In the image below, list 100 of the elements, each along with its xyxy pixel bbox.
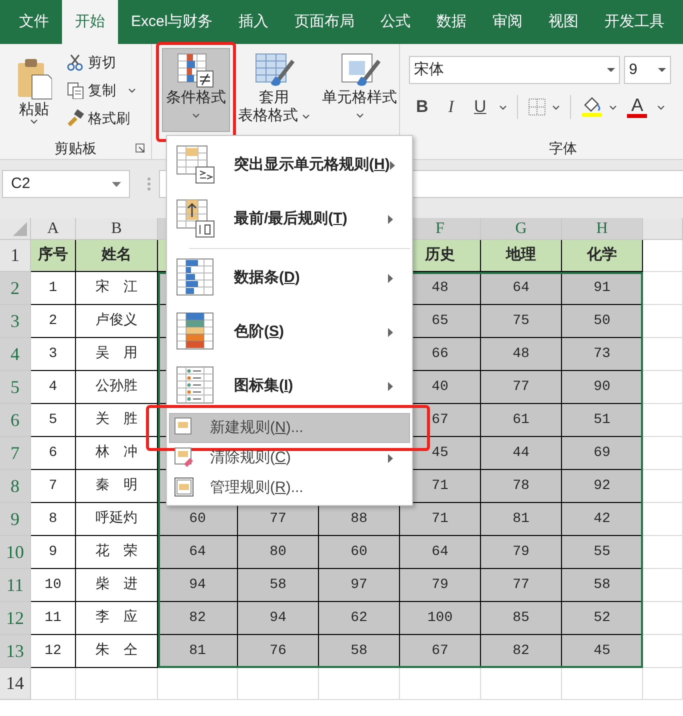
table-cell: 64 [158,536,238,569]
table-cell: 柴 进 [76,569,158,602]
table-cell: 11 [31,602,76,635]
table-cell: 5 [31,404,76,437]
row-header[interactable]: 4 [0,338,31,371]
table-cell: 花 荣 [76,536,158,569]
ribbon-tab[interactable]: Excel与财务 [118,0,226,44]
name-box[interactable]: C2 [2,170,130,198]
table-cell: 42 [562,503,643,536]
ribbon-tab[interactable]: 审阅 [480,0,536,44]
table-cell: 序号 [31,240,76,272]
column-header[interactable]: G [481,218,562,240]
table-cell: 90 [562,371,643,404]
copy-icon [66,81,84,99]
caret-icon[interactable] [552,104,560,110]
clipboard-action[interactable]: 剪切 [62,50,140,74]
table-cell: 李 应 [76,602,158,635]
caret-icon[interactable] [657,104,666,110]
table-cell: 52 [562,602,643,635]
paste-button[interactable]: 粘贴 [12,54,56,136]
ribbon-tab[interactable]: 公式 [368,0,424,44]
highlight-rules-icon [176,145,216,185]
caret-icon[interactable] [609,104,618,110]
table-cell: 呼延灼 [76,503,158,536]
row-header[interactable]: 6 [0,404,31,437]
caret-icon[interactable] [30,119,38,124]
table-cell: 化学 [562,240,643,272]
ribbon-tab[interactable]: 开始 [62,0,118,44]
table-cell: 55 [562,536,643,569]
table-cell: 92 [562,470,643,503]
clipboard-icon [16,57,52,101]
dropdown-arrow-icon[interactable] [607,68,615,72]
caret-icon[interactable] [302,114,310,118]
icon-sets-icon [176,366,216,406]
dropdown-arrow-icon[interactable] [112,182,121,186]
caret-icon[interactable] [192,113,200,118]
group-label: 字体 [549,139,577,158]
ribbon-tab[interactable]: 数据 [424,0,480,44]
table-cell: 73 [562,338,643,371]
font-size-field[interactable]: 9 [624,56,671,84]
table-cell: 60 [319,536,400,569]
table-brush-icon [253,51,295,89]
row-header[interactable]: 8 [0,470,31,503]
table-cell: 2 [31,305,76,338]
ribbon-button[interactable]: 条件格式 [162,48,230,132]
row-header[interactable]: 3 [0,305,31,338]
table-cell: 81 [481,503,562,536]
ribbon-tab[interactable]: 文件 [6,0,62,44]
row-header[interactable]: 11 [0,569,31,602]
column-header[interactable]: B [76,218,158,240]
table-cell: 吴 用 [76,338,158,371]
table-cell: 卢俊义 [76,305,158,338]
caret-icon[interactable] [356,113,364,118]
table-cell: 85 [481,602,562,635]
table-cell: 94 [158,569,238,602]
caret-icon[interactable] [499,104,508,110]
table-cell: 97 [319,569,400,602]
format-button[interactable]: B [409,94,436,120]
row-header[interactable]: 5 [0,371,31,404]
menu-item[interactable]: 新建规则(N)... [169,413,410,443]
row-header[interactable]: 1 [0,240,31,272]
ribbon-button[interactable]: 套用 表格格式 [234,48,314,132]
table-cell: 1 [31,272,76,305]
caret-icon[interactable] [128,88,136,92]
table-cell: 77 [481,569,562,602]
row-header[interactable]: 13 [0,635,31,668]
column-header[interactable]: A [31,218,76,240]
row-header[interactable]: 7 [0,437,31,470]
ribbon-tab[interactable]: 开发工具 [592,0,678,44]
table-cell: 80 [238,536,319,569]
clipboard-action[interactable]: 格式刷 [62,106,140,130]
table-cell: 77 [481,371,562,404]
ribbon-tab[interactable]: 页面布局 [282,0,368,44]
dropdown-arrow-icon[interactable] [658,68,666,72]
format-button[interactable]: I [441,94,461,120]
ribbon-tab[interactable]: 视图 [536,0,592,44]
ribbon-tab[interactable]: 插入 [226,0,282,44]
clipboard-action[interactable]: 复制 [62,78,140,102]
table-cell: 64 [481,272,562,305]
fill-color-icon[interactable] [581,96,604,118]
table-cell: 宋 江 [76,272,158,305]
row-header[interactable]: 14 [0,668,31,700]
format-button[interactable]: U [466,94,494,120]
row-header[interactable]: 10 [0,536,31,569]
font-name-field[interactable]: 宋体 [409,56,620,84]
table-cell: 林 冲 [76,437,158,470]
table-cell: 79 [481,536,562,569]
row-header[interactable]: 9 [0,503,31,536]
eraser-icon [174,447,196,469]
column-header[interactable]: H [562,218,643,240]
table-cell: 50 [562,305,643,338]
table-cell: 姓名 [76,240,158,272]
ribbon-button[interactable]: 单元格样式 [318,48,401,132]
borders-icon[interactable] [528,98,546,116]
dialog-launcher-icon[interactable] [135,143,145,153]
font-color-button[interactable]: A [623,95,652,120]
row-header[interactable]: 12 [0,602,31,635]
menu-item[interactable]: 突出显示单元格规则(H) [169,138,410,192]
drag-handle-icon[interactable] [147,176,151,192]
row-header[interactable]: 2 [0,272,31,305]
